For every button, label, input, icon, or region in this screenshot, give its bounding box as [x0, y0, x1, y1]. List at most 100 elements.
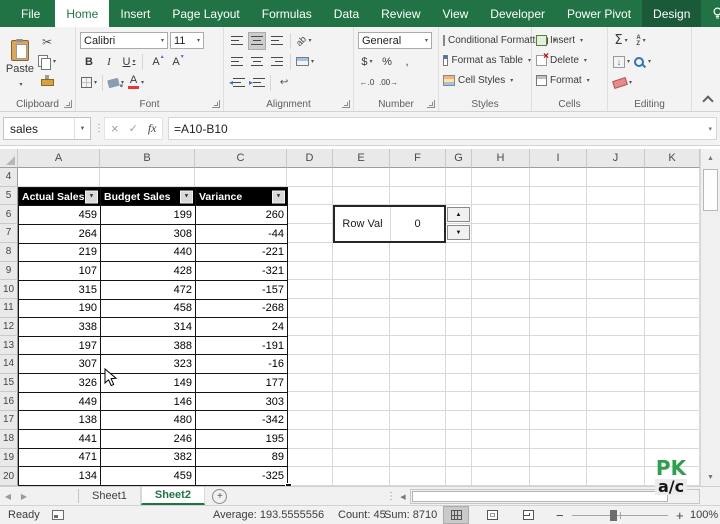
- cell[interactable]: [446, 336, 472, 355]
- previous-sheet-button[interactable]: ◀: [0, 487, 16, 505]
- cell[interactable]: [287, 411, 333, 430]
- cell[interactable]: [287, 187, 333, 206]
- filter-button[interactable]: ▼: [180, 190, 193, 203]
- cell[interactable]: [390, 430, 446, 449]
- table-cell[interactable]: 134: [19, 467, 101, 486]
- cell[interactable]: [587, 280, 645, 299]
- cell[interactable]: [587, 392, 645, 411]
- cell[interactable]: [587, 168, 645, 187]
- row-header-4[interactable]: 4: [0, 168, 18, 187]
- cell[interactable]: [645, 411, 700, 430]
- spin-up-button[interactable]: ▲: [447, 207, 470, 222]
- cell[interactable]: [472, 374, 530, 393]
- row-header-12[interactable]: 12: [0, 318, 18, 337]
- cell[interactable]: [645, 187, 700, 206]
- table-cell[interactable]: 264: [19, 225, 101, 244]
- cell[interactable]: [472, 280, 530, 299]
- tab-developer[interactable]: Developer: [479, 0, 556, 27]
- cell[interactable]: [195, 168, 287, 187]
- cell[interactable]: [287, 430, 333, 449]
- column-header-j[interactable]: J: [587, 149, 645, 168]
- cell[interactable]: [287, 449, 333, 468]
- row-val-label-cell[interactable]: Row Val: [335, 207, 391, 241]
- column-header-b[interactable]: B: [100, 149, 195, 168]
- cell[interactable]: [390, 299, 446, 318]
- cell[interactable]: [287, 374, 333, 393]
- cell[interactable]: [645, 336, 700, 355]
- fill-button[interactable]: ↓: [612, 53, 631, 71]
- font-name-select[interactable]: Calibri: [80, 32, 168, 49]
- cell[interactable]: [333, 355, 390, 374]
- cell[interactable]: [530, 205, 587, 224]
- cut-button[interactable]: ✂: [37, 33, 57, 51]
- cell[interactable]: [287, 318, 333, 337]
- cell[interactable]: [587, 243, 645, 262]
- cell[interactable]: [287, 224, 333, 243]
- tab-bar-splitter[interactable]: ⋮: [386, 489, 396, 503]
- table-cell[interactable]: 303: [196, 393, 288, 412]
- cell[interactable]: [287, 336, 333, 355]
- cell[interactable]: [530, 243, 587, 262]
- cell[interactable]: [446, 355, 472, 374]
- cell[interactable]: [472, 467, 530, 486]
- cell[interactable]: [287, 168, 333, 187]
- table-cell[interactable]: -321: [196, 262, 288, 281]
- table-cell[interactable]: 146: [101, 393, 196, 412]
- cell[interactable]: [390, 449, 446, 468]
- cell[interactable]: [18, 168, 100, 187]
- cell[interactable]: [287, 280, 333, 299]
- delete-cells-button[interactable]: Delete: [532, 50, 607, 70]
- table-cell[interactable]: 89: [196, 449, 288, 468]
- tab-power-pivot[interactable]: Power Pivot: [556, 0, 642, 27]
- table-cell[interactable]: -268: [196, 300, 288, 319]
- cell[interactable]: [645, 392, 700, 411]
- cell[interactable]: [530, 168, 587, 187]
- table-cell[interactable]: 24: [196, 318, 288, 337]
- middle-align-button[interactable]: [248, 32, 266, 50]
- table-cell[interactable]: 177: [196, 374, 288, 393]
- zoom-out-button[interactable]: −: [556, 506, 564, 524]
- cell[interactable]: [645, 205, 700, 224]
- column-header-d[interactable]: D: [287, 149, 333, 168]
- cell[interactable]: [446, 411, 472, 430]
- table-cell[interactable]: -221: [196, 244, 288, 263]
- table-cell[interactable]: 388: [101, 337, 196, 356]
- cell[interactable]: [530, 430, 587, 449]
- cell[interactable]: [390, 262, 446, 281]
- row-header-7[interactable]: 7: [0, 224, 18, 243]
- cell[interactable]: [390, 318, 446, 337]
- cell[interactable]: [472, 392, 530, 411]
- cancel-button[interactable]: ×: [111, 121, 119, 136]
- cell[interactable]: [333, 430, 390, 449]
- cell[interactable]: [333, 318, 390, 337]
- conditional-formatting-button[interactable]: Conditional Formatting: [439, 30, 531, 50]
- cell[interactable]: [446, 168, 472, 187]
- name-box-dropdown[interactable]: ▼: [74, 118, 90, 139]
- merge-center-button[interactable]: [295, 53, 315, 71]
- vertical-scroll-thumb[interactable]: [703, 169, 718, 211]
- tab-formulas[interactable]: Formulas: [251, 0, 323, 27]
- wrap-text-button[interactable]: ↩: [275, 74, 293, 92]
- cell[interactable]: [645, 168, 700, 187]
- table-cell[interactable]: 459: [19, 206, 101, 225]
- table-cell[interactable]: 338: [19, 318, 101, 337]
- table-cell[interactable]: -16: [196, 355, 288, 374]
- cell[interactable]: [645, 224, 700, 243]
- table-cell[interactable]: 246: [101, 430, 196, 449]
- table-cell[interactable]: 449: [19, 393, 101, 412]
- column-header-i[interactable]: I: [530, 149, 587, 168]
- cell[interactable]: [446, 374, 472, 393]
- cell[interactable]: [645, 262, 700, 281]
- cell[interactable]: [530, 411, 587, 430]
- cell[interactable]: [390, 243, 446, 262]
- table-cell[interactable]: 440: [101, 244, 196, 263]
- cell[interactable]: [333, 449, 390, 468]
- align-left-button[interactable]: [228, 53, 246, 71]
- cell[interactable]: [287, 355, 333, 374]
- page-break-view-button[interactable]: [515, 506, 541, 524]
- number-format-select[interactable]: General: [358, 32, 432, 49]
- cell[interactable]: [587, 467, 645, 486]
- page-layout-view-button[interactable]: [479, 506, 505, 524]
- grow-font-button[interactable]: A▲: [147, 53, 165, 71]
- table-cell[interactable]: 138: [19, 411, 101, 430]
